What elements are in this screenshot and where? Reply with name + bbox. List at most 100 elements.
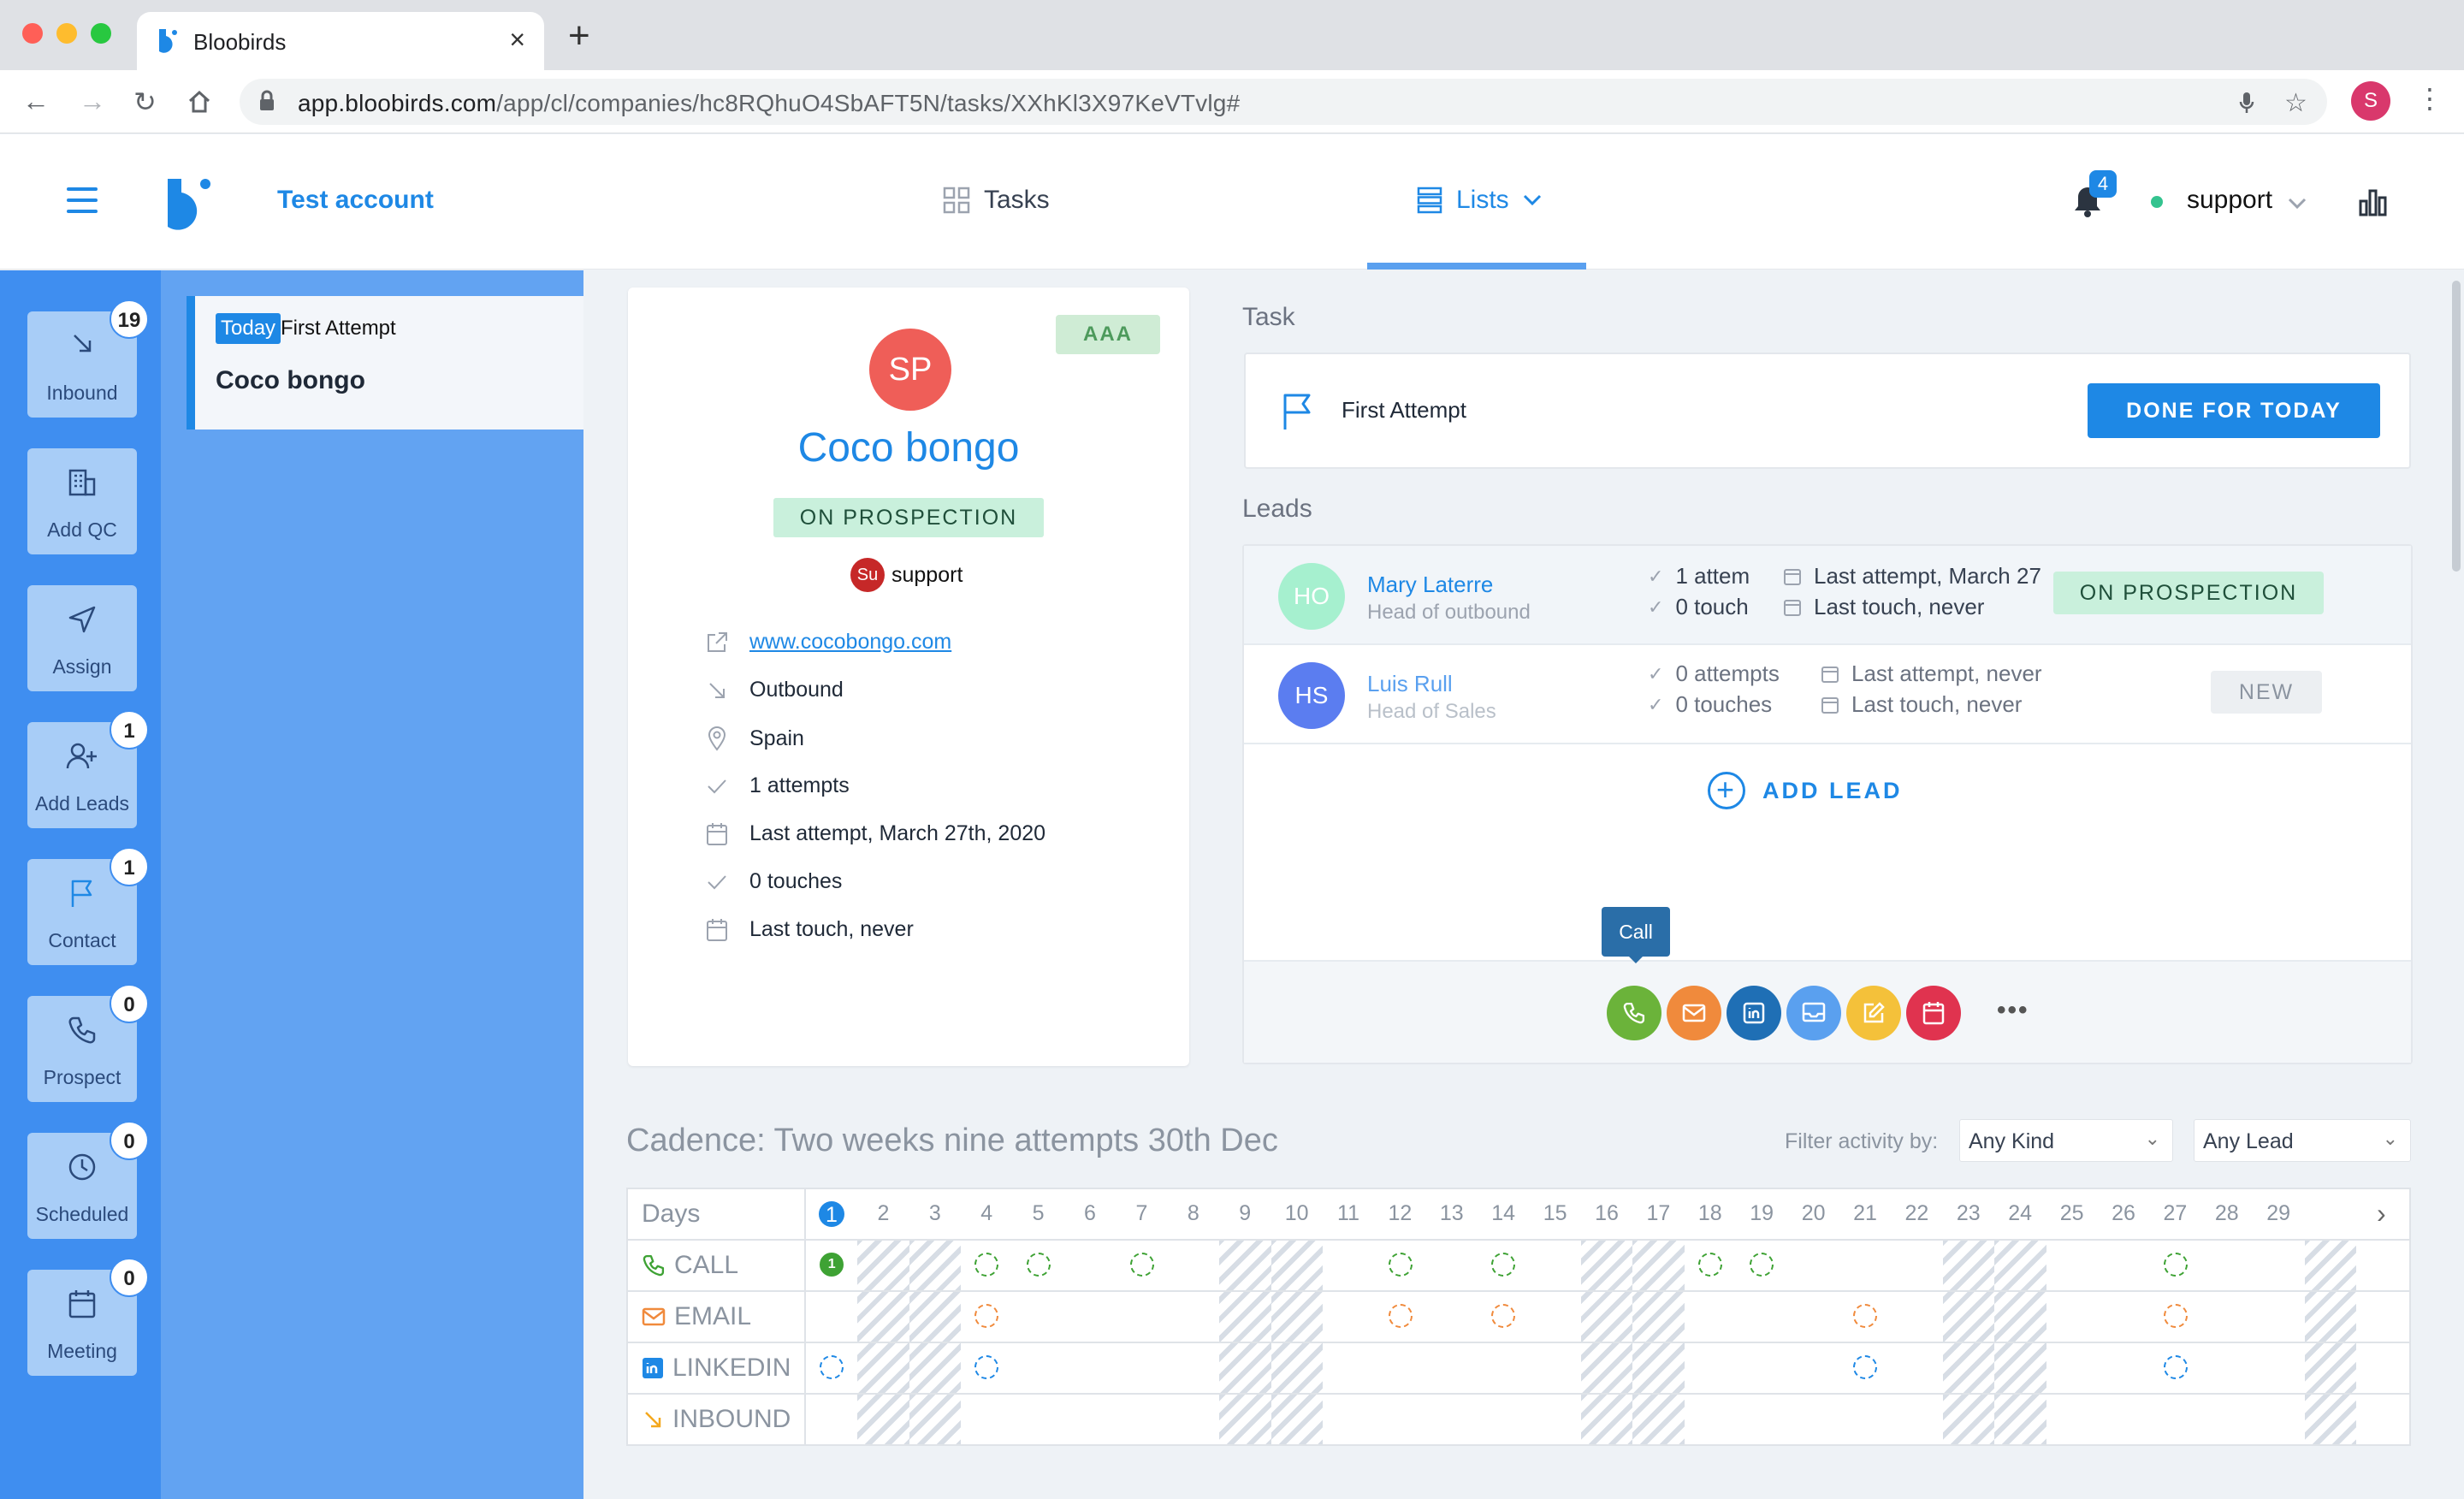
cadence-activity-mark[interactable]	[820, 1355, 844, 1379]
external-link-icon	[708, 631, 727, 652]
company-status-badge[interactable]: ON PROSPECTION	[773, 498, 1044, 537]
call-button[interactable]	[1607, 986, 1661, 1040]
user-plus-icon	[66, 743, 97, 769]
rail-item-meeting[interactable]: Meeting 0	[27, 1258, 149, 1376]
inbox-icon	[1802, 1002, 1826, 1022]
cadence-activity-mark[interactable]	[1853, 1355, 1878, 1379]
cadence-day-number: 1	[826, 1203, 838, 1227]
menu-icon[interactable]	[67, 187, 98, 221]
task-list: Today First Attempt Coco bongo	[161, 270, 583, 1499]
cadence-activity-mark[interactable]	[1491, 1253, 1516, 1277]
rail-item-prospect[interactable]: Prospect 0	[27, 984, 149, 1102]
cadence-activity-mark[interactable]	[1698, 1253, 1722, 1277]
reload-icon[interactable]: ↻	[133, 86, 157, 118]
cadence-activity-mark[interactable]	[1026, 1253, 1051, 1277]
add-lead-button[interactable]: + ADD LEAD	[1708, 772, 1903, 809]
browser-menu-icon[interactable]: ⋮	[2416, 82, 2443, 115]
window-zoom-button[interactable]	[91, 23, 111, 44]
rail-item-contact[interactable]: Contact 1	[27, 847, 149, 965]
note-button[interactable]	[1846, 986, 1901, 1040]
cadence-day-number: 17	[1646, 1201, 1671, 1225]
linkedin-icon	[643, 1358, 663, 1378]
rail-item-add-qc[interactable]: Add QC	[27, 448, 137, 554]
company-owner[interactable]: Su support	[850, 558, 962, 592]
online-status-dot	[2151, 196, 2163, 208]
rail-item-inbound[interactable]: Inbound 19	[27, 299, 149, 418]
lead-name[interactable]: Luis Rull	[1367, 671, 1453, 697]
company-attempts: 1 attempts	[749, 773, 850, 797]
scrollbar[interactable]	[2452, 281, 2461, 572]
cadence-activity-mark[interactable]	[1853, 1304, 1878, 1328]
tab-close-icon[interactable]: ×	[509, 24, 525, 56]
browser-tab[interactable]: Bloobirds ×	[137, 12, 544, 70]
inbox-button[interactable]	[1786, 986, 1841, 1040]
call-tooltip: Call	[1602, 907, 1670, 963]
lead-status-badge[interactable]: NEW	[2211, 671, 2322, 714]
cadence-activity-mark[interactable]	[974, 1355, 999, 1379]
flag-icon	[71, 880, 92, 907]
lead-status-badge[interactable]: ON PROSPECTION	[2053, 572, 2324, 614]
filter-lead-select[interactable]: Any Lead ⌄	[2194, 1119, 2411, 1162]
chevron-right-icon[interactable]: ›	[2377, 1198, 2386, 1229]
today-badge: Today	[216, 313, 281, 344]
back-icon[interactable]: ←	[22, 86, 50, 117]
cadence-row-email: EMAIL	[642, 1302, 751, 1331]
cadence-activity-mark[interactable]	[2163, 1355, 2188, 1379]
arrow-down-right-icon	[74, 335, 92, 353]
rail-count-badge: 1	[110, 710, 149, 750]
new-tab-icon[interactable]: +	[568, 17, 590, 55]
cadence-row-linkedin: LINKEDIN	[642, 1354, 791, 1383]
done-for-today-button[interactable]: DONE FOR TODAY	[2088, 383, 2380, 438]
lead-name[interactable]: Mary Laterre	[1367, 572, 1493, 598]
user-name[interactable]: support	[2187, 186, 2272, 215]
check-icon: ✓	[1648, 662, 1664, 684]
home-icon[interactable]	[187, 89, 212, 115]
filter-lead-value: Any Lead	[2203, 1129, 2294, 1153]
window-minimize-button[interactable]	[56, 23, 77, 44]
cadence-activity-mark[interactable]	[1388, 1304, 1413, 1328]
lead-row[interactable]: HO Mary Laterre Head of outbound ✓ 1 atte…	[1244, 546, 2411, 645]
cadence-activity-mark[interactable]	[1750, 1253, 1774, 1277]
browser-profile-avatar[interactable]: S	[2351, 81, 2390, 121]
arrow-down-right-icon	[645, 1412, 661, 1428]
cadence-activity-mark[interactable]	[974, 1304, 999, 1328]
cadence-activity-mark[interactable]	[1129, 1253, 1154, 1277]
email-button[interactable]	[1667, 986, 1721, 1040]
bookmark-star-icon[interactable]: ☆	[2284, 88, 2307, 118]
rail-item-add-leads[interactable]: Add Leads 1	[27, 710, 149, 828]
rail-item-scheduled[interactable]: Scheduled 0	[27, 1121, 149, 1239]
tab-lists[interactable]: Lists	[1417, 186, 1542, 215]
lead-row[interactable]: HS Luis Rull Head of Sales ✓ 0 attempts ✓…	[1244, 645, 2411, 744]
filter-kind-select[interactable]: Any Kind ⌄	[1959, 1119, 2173, 1162]
cadence-day-number: 16	[1595, 1201, 1619, 1225]
leads-box: HO Mary Laterre Head of outbound ✓ 1 atte…	[1242, 544, 2413, 1064]
website-link[interactable]: www.cocobongo.com	[749, 630, 951, 655]
linkedin-button[interactable]	[1727, 986, 1781, 1040]
rail-item-assign[interactable]: Assign	[27, 585, 137, 691]
last-attempt-row: Last attempt, March 27th, 2020	[703, 821, 1045, 846]
tab-tasks[interactable]: Tasks	[943, 186, 1050, 215]
company-name[interactable]: Coco bongo	[628, 424, 1189, 471]
cadence-day-number: 15	[1543, 1201, 1567, 1225]
chevron-down-icon[interactable]	[2288, 198, 2307, 210]
meeting-button[interactable]	[1906, 986, 1961, 1040]
calendar-icon	[707, 918, 727, 941]
cadence-completed-mark[interactable]: 1	[820, 1253, 844, 1277]
account-name[interactable]: Test account	[277, 186, 434, 215]
address-bar[interactable]: app.bloobirds.com/app/cl/companies/hc8RQ…	[240, 79, 2327, 125]
window-close-button[interactable]	[22, 23, 43, 44]
cadence-activity-mark[interactable]	[1388, 1253, 1413, 1277]
bar-chart-icon[interactable]	[2358, 187, 2389, 216]
forward-icon[interactable]: →	[79, 86, 106, 117]
more-options-icon[interactable]: •••	[1997, 996, 2029, 1025]
cadence-activity-mark[interactable]	[1491, 1304, 1516, 1328]
cadence-activity-mark[interactable]	[2163, 1253, 2188, 1277]
calendar-icon	[1784, 599, 1801, 616]
bloobirds-logo[interactable]	[168, 177, 212, 230]
cadence-activity-mark[interactable]	[974, 1253, 999, 1277]
microphone-icon[interactable]	[2238, 91, 2255, 115]
task-company: Coco bongo	[216, 366, 365, 394]
task-list-item[interactable]: Today First Attempt Coco bongo	[187, 296, 583, 430]
cadence-activity-mark[interactable]	[2163, 1304, 2188, 1328]
cadence-day-number: 6	[1084, 1201, 1096, 1225]
